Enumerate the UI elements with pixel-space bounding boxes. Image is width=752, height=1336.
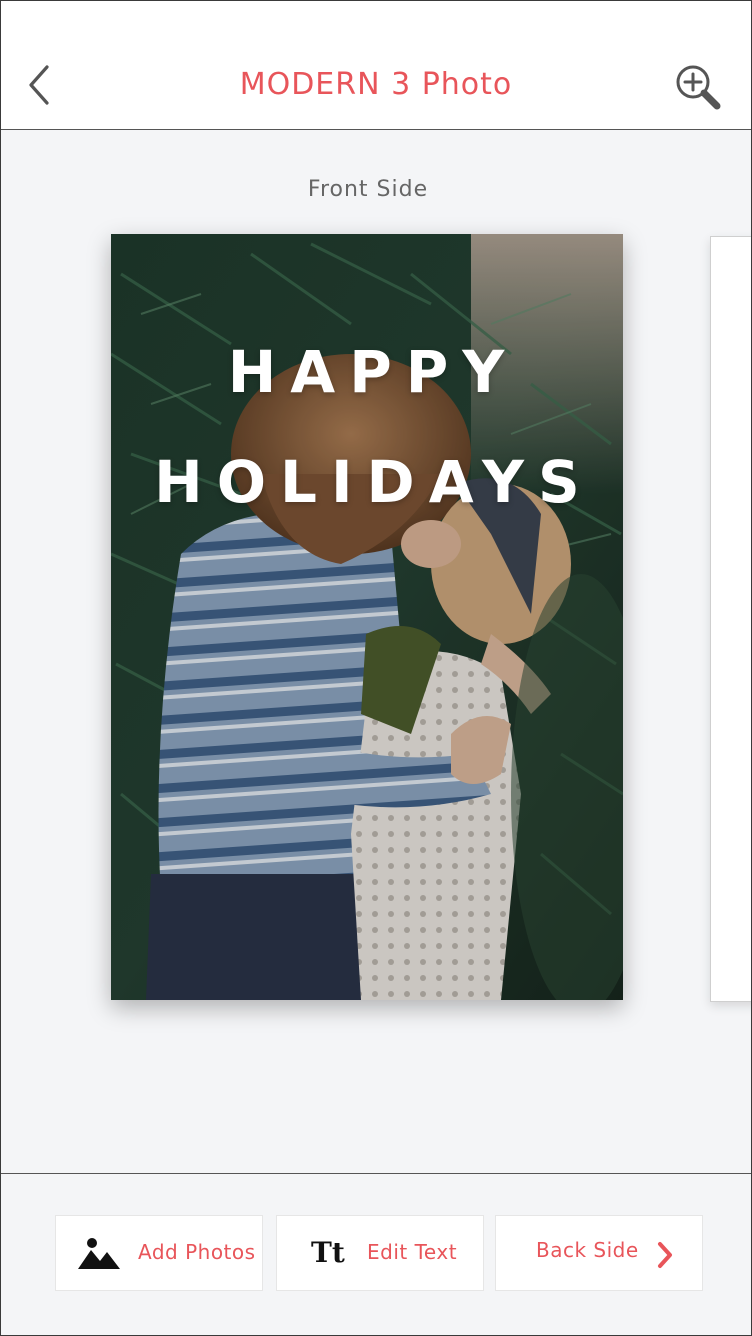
zoom-button[interactable]: [671, 61, 725, 115]
card-greeting-line1: HAPPY: [227, 338, 519, 406]
card-greeting-line2: HOLIDAYS: [154, 448, 594, 516]
add-photos-button[interactable]: Add Photos: [55, 1215, 263, 1291]
zoom-in-icon: [676, 65, 721, 110]
text-format-icon: Tt: [311, 1236, 345, 1269]
page-title: MODERN 3 Photo: [239, 67, 513, 102]
card-front-preview[interactable]: HAPPY HOLIDAYS: [111, 234, 623, 1000]
add-photos-label: Add Photos: [138, 1240, 256, 1264]
side-label: Front Side: [307, 177, 429, 202]
edit-text-button[interactable]: Tt Edit Text: [276, 1215, 484, 1291]
top-bar: MODERN 3 Photo: [1, 1, 751, 130]
app-screen: MODERN 3 Photo Front Side HAPPY HOLIDAYS…: [0, 0, 752, 1336]
edit-text-label: Edit Text: [367, 1240, 458, 1264]
image-mountains-icon: [78, 1236, 120, 1274]
next-card-peek[interactable]: [710, 236, 751, 1002]
back-side-label: Back Side: [536, 1238, 639, 1262]
back-side-button[interactable]: Back Side: [495, 1215, 703, 1291]
bottom-toolbar: Add Photos Tt Edit Text Back Side: [1, 1173, 751, 1335]
chevron-right-icon: [656, 1241, 674, 1273]
